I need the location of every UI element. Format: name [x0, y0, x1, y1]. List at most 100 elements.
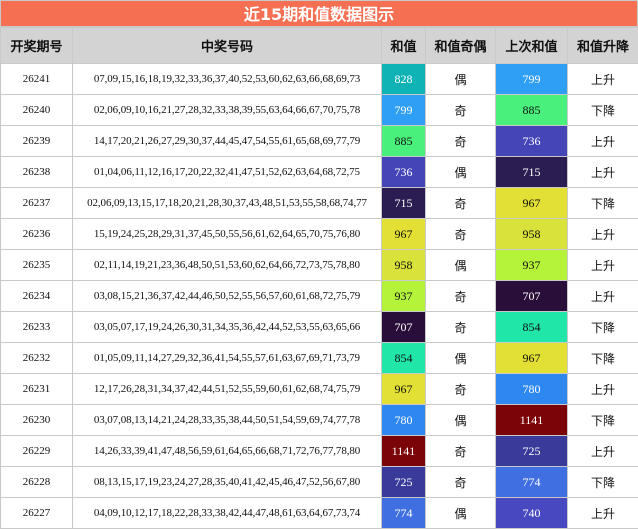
numbers-cell: 01,04,06,11,12,16,17,20,22,32,41,47,51,5…	[73, 157, 382, 188]
period-cell: 26240	[1, 95, 73, 126]
prev-sum-cell: 715	[496, 157, 568, 188]
numbers-cell: 07,09,15,16,18,19,32,33,36,37,40,52,53,6…	[73, 64, 382, 95]
parity-cell: 奇	[426, 281, 496, 312]
numbers-cell: 12,17,26,28,31,34,37,42,44,51,52,55,59,6…	[73, 374, 382, 405]
sum-data-table: 开奖期号 中奖号码 和值 和值奇偶 上次和值 和值升降 2624107,09,1…	[0, 27, 638, 529]
trend-cell: 上升	[568, 219, 638, 250]
trend-cell: 上升	[568, 126, 638, 157]
sum-cell: 885	[382, 126, 426, 157]
sum-cell: 1141	[382, 436, 426, 467]
numbers-cell: 02,06,09,13,15,17,18,20,21,28,30,37,43,4…	[73, 188, 382, 219]
prev-sum-cell: 967	[496, 188, 568, 219]
table-row: 2623112,17,26,28,31,34,37,42,44,51,52,55…	[1, 374, 638, 405]
period-cell: 26235	[1, 250, 73, 281]
prev-sum-cell: 707	[496, 281, 568, 312]
table-row: 2622704,09,10,12,17,18,22,28,33,38,42,44…	[1, 498, 638, 529]
trend-cell: 下降	[568, 312, 638, 343]
trend-cell: 下降	[568, 405, 638, 436]
parity-cell: 偶	[426, 405, 496, 436]
table-row: 2622808,13,15,17,19,23,24,27,28,35,40,41…	[1, 467, 638, 498]
trend-cell: 上升	[568, 436, 638, 467]
period-cell: 26233	[1, 312, 73, 343]
sum-cell: 967	[382, 374, 426, 405]
prev-sum-cell: 1141	[496, 405, 568, 436]
trend-cell: 上升	[568, 64, 638, 95]
trend-cell: 上升	[568, 157, 638, 188]
header-numbers: 中奖号码	[73, 28, 382, 64]
table-title: 近15期和值数据图示	[0, 0, 638, 27]
table-row: 2623003,07,08,13,14,21,24,28,33,35,38,44…	[1, 405, 638, 436]
numbers-cell: 08,13,15,17,19,23,24,27,28,35,40,41,42,4…	[73, 467, 382, 498]
trend-cell: 下降	[568, 95, 638, 126]
trend-cell: 下降	[568, 343, 638, 374]
header-row: 开奖期号 中奖号码 和值 和值奇偶 上次和值 和值升降	[1, 28, 638, 64]
numbers-cell: 03,05,07,17,19,24,26,30,31,34,35,36,42,4…	[73, 312, 382, 343]
sum-cell: 828	[382, 64, 426, 95]
table-row: 2623303,05,07,17,19,24,26,30,31,34,35,36…	[1, 312, 638, 343]
header-period: 开奖期号	[1, 28, 73, 64]
prev-sum-cell: 740	[496, 498, 568, 529]
prev-sum-cell: 885	[496, 95, 568, 126]
parity-cell: 偶	[426, 498, 496, 529]
trend-cell: 下降	[568, 467, 638, 498]
table-row: 2623615,19,24,25,28,29,31,37,45,50,55,56…	[1, 219, 638, 250]
prev-sum-cell: 958	[496, 219, 568, 250]
period-cell: 26230	[1, 405, 73, 436]
prev-sum-cell: 736	[496, 126, 568, 157]
parity-cell: 奇	[426, 126, 496, 157]
sum-cell: 725	[382, 467, 426, 498]
numbers-cell: 03,08,15,21,36,37,42,44,46,50,52,55,56,5…	[73, 281, 382, 312]
period-cell: 26241	[1, 64, 73, 95]
prev-sum-cell: 937	[496, 250, 568, 281]
table-body: 2624107,09,15,16,18,19,32,33,36,37,40,52…	[1, 64, 638, 529]
numbers-cell: 03,07,08,13,14,21,24,28,33,35,38,44,50,5…	[73, 405, 382, 436]
numbers-cell: 14,26,33,39,41,47,48,56,59,61,64,65,66,6…	[73, 436, 382, 467]
table-row: 2623403,08,15,21,36,37,42,44,46,50,52,55…	[1, 281, 638, 312]
sum-cell: 736	[382, 157, 426, 188]
numbers-cell: 02,11,14,19,21,23,36,48,50,51,53,60,62,6…	[73, 250, 382, 281]
numbers-cell: 02,06,09,10,16,21,27,28,32,33,38,39,55,6…	[73, 95, 382, 126]
trend-cell: 上升	[568, 498, 638, 529]
period-cell: 26236	[1, 219, 73, 250]
trend-cell: 上升	[568, 281, 638, 312]
trend-cell: 下降	[568, 188, 638, 219]
table-row: 2623702,06,09,13,15,17,18,20,21,28,30,37…	[1, 188, 638, 219]
prev-sum-cell: 967	[496, 343, 568, 374]
parity-cell: 奇	[426, 95, 496, 126]
period-cell: 26232	[1, 343, 73, 374]
parity-cell: 奇	[426, 188, 496, 219]
numbers-cell: 01,05,09,11,14,27,29,32,36,41,54,55,57,6…	[73, 343, 382, 374]
sum-cell: 780	[382, 405, 426, 436]
sum-cell: 967	[382, 219, 426, 250]
parity-cell: 奇	[426, 374, 496, 405]
numbers-cell: 04,09,10,12,17,18,22,28,33,38,42,44,47,4…	[73, 498, 382, 529]
period-cell: 26238	[1, 157, 73, 188]
parity-cell: 偶	[426, 343, 496, 374]
sum-cell: 799	[382, 95, 426, 126]
parity-cell: 奇	[426, 467, 496, 498]
prev-sum-cell: 774	[496, 467, 568, 498]
sum-cell: 854	[382, 343, 426, 374]
table-row: 2624107,09,15,16,18,19,32,33,36,37,40,52…	[1, 64, 638, 95]
table-row: 2623801,04,06,11,12,16,17,20,22,32,41,47…	[1, 157, 638, 188]
header-prev-sum: 上次和值	[496, 28, 568, 64]
numbers-cell: 15,19,24,25,28,29,31,37,45,50,55,56,61,6…	[73, 219, 382, 250]
trend-cell: 上升	[568, 374, 638, 405]
period-cell: 26229	[1, 436, 73, 467]
period-cell: 26239	[1, 126, 73, 157]
period-cell: 26231	[1, 374, 73, 405]
parity-cell: 奇	[426, 436, 496, 467]
prev-sum-cell: 854	[496, 312, 568, 343]
table-row: 2624002,06,09,10,16,21,27,28,32,33,38,39…	[1, 95, 638, 126]
period-cell: 26234	[1, 281, 73, 312]
table-row: 2623502,11,14,19,21,23,36,48,50,51,53,60…	[1, 250, 638, 281]
period-cell: 26228	[1, 467, 73, 498]
period-cell: 26237	[1, 188, 73, 219]
numbers-cell: 14,17,20,21,26,27,29,30,37,44,45,47,54,5…	[73, 126, 382, 157]
table-row: 2623201,05,09,11,14,27,29,32,36,41,54,55…	[1, 343, 638, 374]
header-sum: 和值	[382, 28, 426, 64]
sum-cell: 937	[382, 281, 426, 312]
prev-sum-cell: 780	[496, 374, 568, 405]
parity-cell: 偶	[426, 157, 496, 188]
sum-cell: 774	[382, 498, 426, 529]
